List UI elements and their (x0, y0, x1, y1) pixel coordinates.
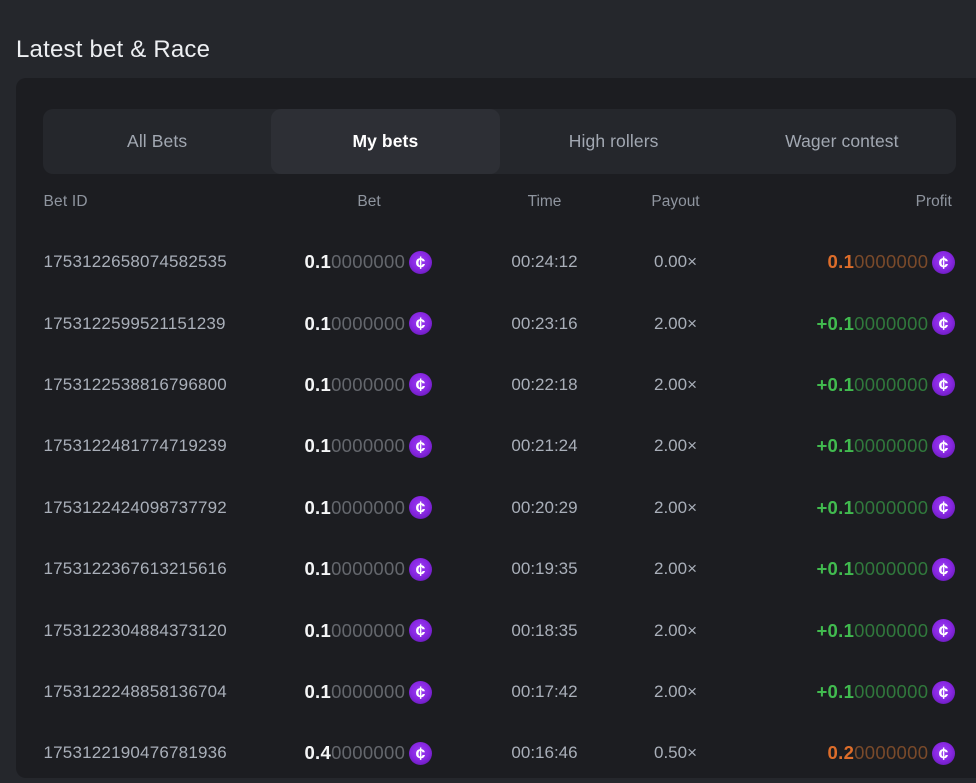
svg-text:¢: ¢ (938, 559, 948, 579)
svg-text:¢: ¢ (938, 621, 948, 641)
svg-text:¢: ¢ (415, 682, 425, 702)
svg-text:¢: ¢ (415, 621, 425, 641)
svg-text:¢: ¢ (415, 498, 425, 518)
svg-text:¢: ¢ (415, 559, 425, 579)
svg-text:¢: ¢ (415, 436, 425, 456)
svg-text:¢: ¢ (938, 375, 948, 395)
svg-text:¢: ¢ (938, 314, 948, 334)
svg-text:¢: ¢ (415, 252, 425, 272)
svg-text:¢: ¢ (938, 252, 948, 272)
svg-text:¢: ¢ (938, 436, 948, 456)
svg-text:¢: ¢ (415, 314, 425, 334)
svg-text:¢: ¢ (415, 744, 425, 764)
svg-text:¢: ¢ (938, 682, 948, 702)
svg-text:¢: ¢ (938, 498, 948, 518)
svg-text:¢: ¢ (938, 744, 948, 764)
svg-text:¢: ¢ (415, 375, 425, 395)
